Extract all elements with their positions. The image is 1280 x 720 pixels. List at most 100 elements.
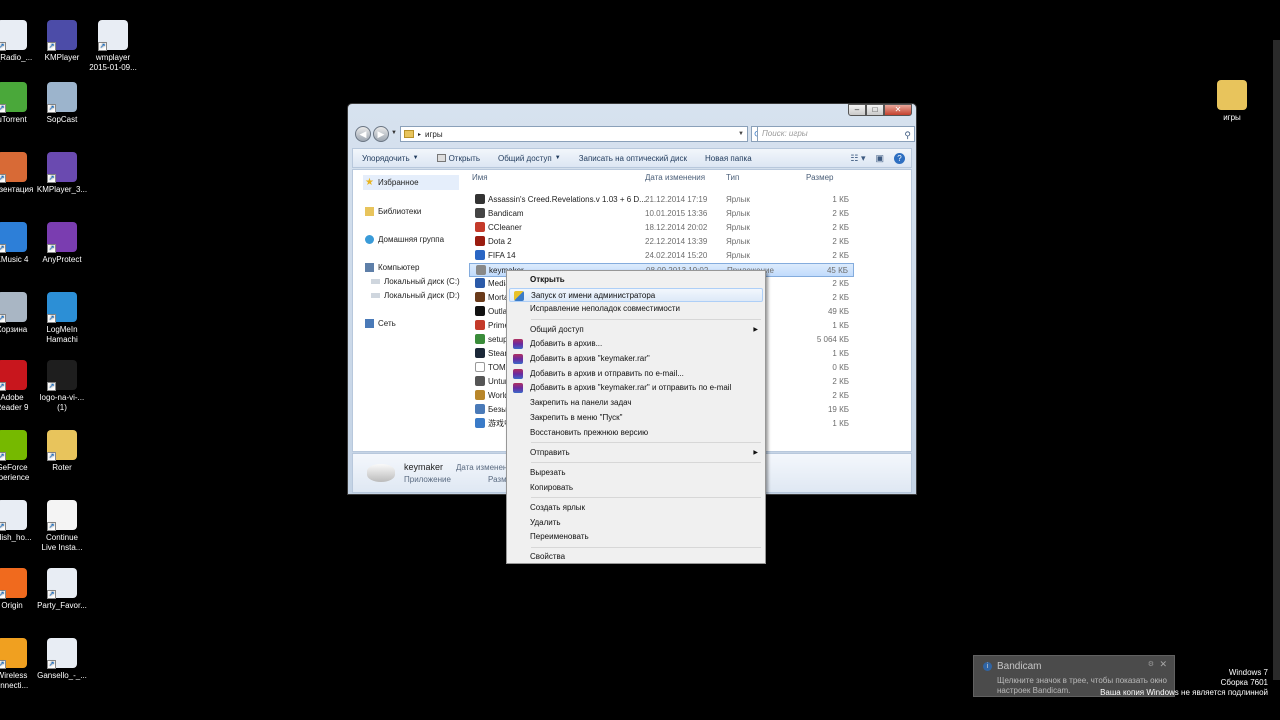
menu-item[interactable]: Исправление неполадок совместимости xyxy=(509,302,763,316)
desktop-icon-label: SopCast xyxy=(46,115,78,124)
back-button[interactable]: ◀ xyxy=(355,126,371,142)
file-cell-name: Untur xyxy=(475,375,508,389)
menu-item[interactable]: Восстановить прежнюю версию xyxy=(509,426,763,440)
file-type: Ярлык xyxy=(726,195,750,204)
details-type: Приложение xyxy=(404,475,451,484)
recent-dropdown-icon[interactable]: ▼ xyxy=(391,130,397,136)
view-controls: ☷ ▾ ▣ ? xyxy=(850,152,911,164)
menu-item[interactable]: Вырезать xyxy=(509,466,763,480)
file-row[interactable]: CCleaner 18.12.2014 20:02 Ярлык 2 КБ xyxy=(469,221,854,235)
desktop-icon-continue[interactable]: ↗ Continue Live Insta... xyxy=(30,500,94,553)
desktop-icon-kmplayer3[interactable]: ↗ KMPlayer_3... xyxy=(30,152,94,195)
file-row[interactable]: Dota 2 22.12.2014 13:39 Ярлык 2 КБ xyxy=(469,235,854,249)
menu-item[interactable]: Копировать xyxy=(509,481,763,495)
file-size: 2 КБ xyxy=(832,223,849,232)
chevron-down-icon: ▼ xyxy=(554,155,561,161)
nav-homegroup[interactable]: Домашняя группа xyxy=(365,235,444,244)
file-row[interactable]: Assassin's Creed.Revelations.v 1.03 + 6 … xyxy=(469,193,854,207)
desktop-icon-logo[interactable]: ↗ logo-na-vi-... (1) xyxy=(30,360,94,413)
menu-item-label: Исправление неполадок совместимости xyxy=(530,304,681,314)
desktop-icon-party[interactable]: ↗ Party_Favor... xyxy=(30,568,94,611)
menu-item[interactable]: Отправить ▶ xyxy=(509,446,763,460)
breadcrumb-arrow-icon[interactable]: ▸ xyxy=(418,131,421,138)
menu-item[interactable]: Удалить xyxy=(509,516,763,530)
file-row[interactable]: FIFA 14 24.02.2014 15:20 Ярлык 2 КБ xyxy=(469,249,854,263)
close-button[interactable]: ✕ xyxy=(884,104,912,116)
column-header-name[interactable]: Имя xyxy=(472,170,488,186)
menu-item[interactable]: Закрепить на панели задач xyxy=(509,396,763,410)
nav-network-label: Сеть xyxy=(378,319,396,328)
menu-item[interactable]: Добавить в архив "keymaker.rar" и отправ… xyxy=(509,381,763,395)
menu-item[interactable]: Переименовать xyxy=(509,530,763,544)
menu-item[interactable]: Открыть xyxy=(509,273,763,287)
column-header-type[interactable]: Тип xyxy=(726,170,739,186)
view-icon[interactable]: ☷ ▾ xyxy=(850,153,865,164)
new-folder-button[interactable]: Новая папка xyxy=(696,154,761,163)
file-size: 2 КБ xyxy=(832,209,849,218)
desktop-icon-anyprotect[interactable]: ↗ AnyProtect xyxy=(30,222,94,265)
share-button[interactable]: Общий доступ ▼ xyxy=(489,154,570,163)
utorrent-icon: ↗ xyxy=(0,82,27,113)
tplink-icon: ↗ xyxy=(0,638,27,669)
file-cell-name: Bandicam xyxy=(475,207,524,221)
adobe-icon: ↗ xyxy=(0,360,27,391)
column-header-date[interactable]: Дата изменения xyxy=(645,170,705,186)
wmplayer-icon: ↗ xyxy=(98,20,128,51)
nav-disk-d[interactable]: Локальный диск (D:) xyxy=(371,291,460,300)
address-bar[interactable]: ▸ игры ▼ xyxy=(400,126,748,142)
search-input[interactable]: Поиск: игры ⚲ xyxy=(757,126,915,142)
maximize-button[interactable]: □ xyxy=(866,104,884,116)
file-name: CCleaner xyxy=(488,223,522,232)
nav-network[interactable]: Сеть xyxy=(365,319,396,328)
menu-item[interactable]: Добавить в архив и отправить по e-mail..… xyxy=(509,367,763,381)
menu-item[interactable]: Общий доступ ▶ xyxy=(509,323,763,337)
file-row[interactable]: Bandicam 10.01.2015 13:36 Ярлык 2 КБ xyxy=(469,207,854,221)
preview-pane-icon[interactable]: ▣ xyxy=(875,153,884,164)
address-dropdown-icon[interactable]: ▼ xyxy=(738,131,744,137)
nav-libraries[interactable]: Библиотеки xyxy=(365,207,421,216)
file-cell-name: Media xyxy=(475,277,510,291)
desktop-icon-roter[interactable]: ↗ Roter xyxy=(30,430,94,473)
music-icon: ↗ xyxy=(0,222,27,253)
kmplayer3-icon: ↗ xyxy=(47,152,77,183)
nav-computer[interactable]: Компьютер xyxy=(365,263,419,272)
open-button[interactable]: Открыть xyxy=(428,154,489,163)
watermark-line-1: Windows 7 xyxy=(1228,668,1268,677)
radio-icon: ↗ xyxy=(0,20,27,51)
settings-icon[interactable]: ⚙ xyxy=(1148,660,1154,668)
file-size: 1 КБ xyxy=(832,195,849,204)
desktop-icon-gansello[interactable]: ↗ Gansello_-_... xyxy=(30,638,94,681)
desktop-icon-hamachi[interactable]: ↗ LogMeIn Hamachi xyxy=(30,292,94,345)
desktop-icon-wmplayer[interactable]: ↗ wmplayer 2015-01-09... xyxy=(81,20,145,73)
file-icon xyxy=(475,278,485,288)
desktop-icon-igry[interactable]: игры xyxy=(1200,80,1264,123)
menu-item-label: Закрепить в меню "Пуск" xyxy=(530,412,623,422)
logo-icon: ↗ xyxy=(47,360,77,391)
menu-item[interactable]: Создать ярлык xyxy=(509,501,763,515)
organize-button[interactable]: Упорядочить ▼ xyxy=(353,154,428,163)
forward-button[interactable]: ▶ xyxy=(373,126,389,142)
menu-item[interactable]: Добавить в архив... xyxy=(509,337,763,351)
desktop-icon-label: Roter xyxy=(52,463,72,472)
menu-item[interactable]: Свойства xyxy=(509,550,763,564)
help-icon[interactable]: ? xyxy=(894,152,905,164)
desktop-icon-sopcast[interactable]: ↗ SopCast xyxy=(30,82,94,125)
file-size: 45 КБ xyxy=(826,266,848,275)
column-header-size[interactable]: Размер xyxy=(806,170,834,186)
file-name: setup xyxy=(488,335,508,344)
file-icon xyxy=(475,292,485,302)
minimize-button[interactable]: – xyxy=(848,104,866,116)
library-icon xyxy=(365,207,374,216)
shortcut-arrow-icon: ↗ xyxy=(47,244,56,253)
menu-item[interactable]: Добавить в архив "keymaker.rar" xyxy=(509,352,763,366)
menu-item-label: Открыть xyxy=(530,275,565,284)
burn-button[interactable]: Записать на оптический диск xyxy=(570,154,696,163)
file-size: 19 КБ xyxy=(827,405,849,414)
command-bar: Упорядочить ▼ Открыть Общий доступ ▼ Запис… xyxy=(352,148,912,168)
app-large-icon xyxy=(367,464,395,482)
nav-disk-c[interactable]: Локальный диск (C:) xyxy=(371,277,460,286)
nav-favorites[interactable]: ★ Избранное xyxy=(363,175,459,190)
menu-item[interactable]: Запуск от имени администратора xyxy=(509,287,763,302)
shortcut-arrow-icon: ↗ xyxy=(0,42,6,51)
menu-item[interactable]: Закрепить в меню "Пуск" xyxy=(509,411,763,425)
